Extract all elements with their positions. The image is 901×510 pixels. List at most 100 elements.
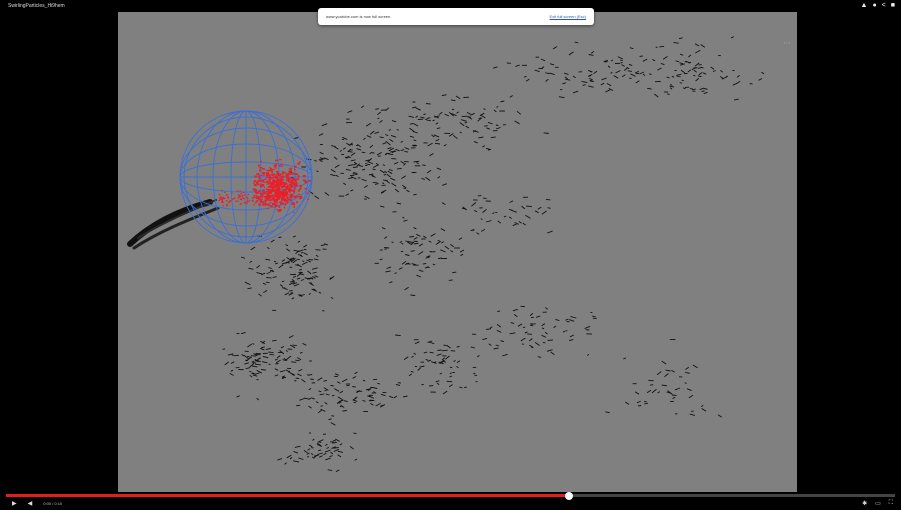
particle [315,254,319,257]
hot-particle [289,173,292,175]
hot-particle [266,208,269,210]
hot-particle [297,189,300,192]
particle [412,123,419,127]
hot-particle [242,197,245,199]
particle [303,450,308,454]
particle [362,400,366,402]
particle-tail [127,199,220,250]
particle [294,445,301,448]
particle [512,308,518,312]
particle [337,396,343,401]
particle [405,240,411,243]
particle [369,399,375,402]
particle [321,123,328,127]
hot-particle [269,202,272,204]
progress-bar[interactable] [6,491,895,500]
more-icon[interactable]: ■ [891,1,895,10]
particle [352,171,358,174]
hot-particle [307,198,309,200]
particle [600,82,605,86]
particle [364,163,371,166]
theater-icon[interactable]: ▭ [875,500,881,507]
particle [409,135,415,138]
particle [379,258,383,261]
particle [325,457,331,461]
time-display: 0:00 / 0:10 [43,501,63,506]
particle [588,85,594,88]
particle [350,189,354,192]
particle [657,67,662,71]
particle [639,71,645,75]
hot-particle [262,194,264,196]
info-icon[interactable]: ● [872,1,876,10]
gear-icon[interactable]: ✱ [862,500,867,507]
play-icon[interactable]: ▶ [12,500,17,507]
particle [384,246,390,249]
particle [309,373,313,376]
particle [547,207,551,209]
like-icon[interactable]: ▲ [861,1,868,10]
particle [244,281,251,286]
hot-particle [264,197,267,199]
particle [662,56,668,60]
progress-played [6,494,569,497]
particle [311,397,315,400]
particle [634,391,640,395]
particle [274,358,278,361]
particle [303,244,308,248]
hot-particle [271,171,273,174]
hot-particle [298,161,301,163]
particle [562,330,566,333]
hot-particle [244,202,246,204]
particle [564,76,568,80]
particle [353,401,356,404]
hot-particle [261,179,263,181]
volume-icon[interactable]: ◀ [28,500,33,507]
particle [642,73,646,76]
exit-fullscreen-link[interactable]: Exit full screen (Esc) [550,14,586,19]
particle [701,408,707,412]
particle [701,404,704,407]
hot-particle [281,186,284,188]
particle [517,323,523,327]
share-icon[interactable]: < [882,1,886,10]
black-particles [222,36,765,473]
hot-particle [275,163,278,166]
particle [312,438,315,441]
hot-particle [261,204,265,206]
particle [459,131,463,134]
more-options[interactable]: ••• [784,40,791,45]
particle [319,151,324,155]
particle [496,106,499,108]
particle [545,72,550,75]
particle [459,249,465,253]
particle [514,222,519,225]
particle [384,236,388,239]
particle [263,290,268,293]
hot-particle [296,178,300,180]
particle [339,443,343,446]
video-frame[interactable]: ••• [118,12,797,492]
particle [649,384,654,386]
particle [562,82,567,85]
particle [605,89,611,93]
hot-particle [281,198,283,201]
hot-particle [279,164,281,167]
particle [605,411,610,414]
hot-particle [286,179,289,182]
particle [289,457,293,460]
particle [260,346,265,349]
particle [478,136,484,139]
particle [361,105,365,109]
hot-particle [273,165,277,167]
particle [703,91,708,95]
particle [347,110,353,113]
fullscreen-icon[interactable]: ⛶ [889,500,893,507]
particle [353,163,357,166]
particle [350,159,356,162]
particle [352,397,357,401]
particle [601,77,607,81]
particle [510,322,515,324]
particle [394,272,397,274]
particle [679,82,683,84]
